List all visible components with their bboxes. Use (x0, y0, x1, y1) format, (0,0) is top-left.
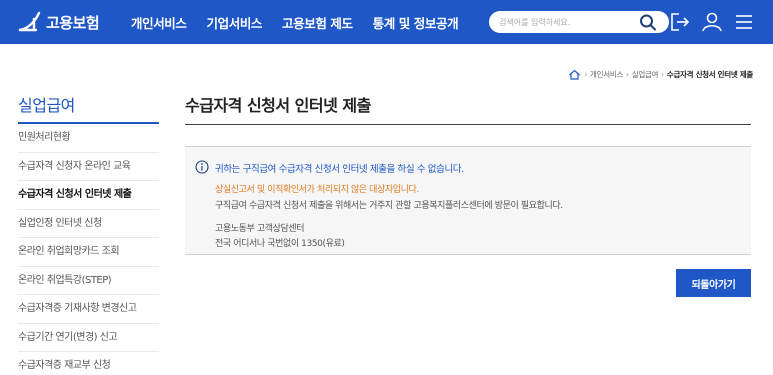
sidebar-item-certificate-reissue[interactable]: 수급자격증 재교부 신청 (18, 352, 159, 375)
notice-heading: 귀하는 구직급여 수급자격 신청서 인터넷 제출을 하실 수 없습니다. (215, 164, 464, 175)
search-box (489, 11, 669, 33)
nav-insurance-system[interactable]: 고용보험 제도 (282, 13, 353, 32)
chevron-right-icon: › (661, 70, 664, 79)
home-icon[interactable] (568, 69, 581, 80)
sidebar-item-period-extension[interactable]: 수급기간 연기(변경) 신고 (18, 324, 159, 352)
breadcrumb: › 개인서비스 › 실업급여 › 수급자격 신청서 인터넷 제출 (568, 69, 753, 80)
breadcrumb-current: 수급자격 신청서 인터넷 제출 (666, 70, 753, 79)
logout-icon[interactable] (667, 9, 693, 35)
logo-mark-icon (18, 11, 41, 32)
sidebar-item-online-education[interactable]: 수급자격 신청자 온라인 교육 (18, 153, 159, 181)
info-icon (195, 160, 209, 174)
logo[interactable]: 고용보험 (16, 8, 100, 36)
main-nav: 개인서비스 기업서비스 고용보험 제도 통계 및 정보공개 (131, 0, 478, 44)
sidebar: 실업급여 민원처리현황 수급자격 신청자 온라인 교육 수급자격 신청서 인터넷… (18, 92, 159, 375)
sidebar-item-certificate-change[interactable]: 수급자격증 기재사항 변경신고 (18, 295, 159, 324)
back-button[interactable]: 되돌아가기 (676, 269, 751, 297)
chevron-right-icon: › (626, 70, 629, 79)
top-header: 고용보험 개인서비스 기업서비스 고용보험 제도 통계 및 정보공개 (0, 0, 773, 44)
sidebar-item-application-submit[interactable]: 수급자격 신청서 인터넷 제출 (18, 181, 159, 210)
search-icon[interactable] (638, 12, 658, 32)
user-icon[interactable] (699, 9, 725, 35)
sidebar-item-online-lecture[interactable]: 온라인 취업특강(STEP) (18, 267, 159, 295)
main-content: 수급자격 신청서 인터넷 제출 귀하는 구직급여 수급자격 신청서 인터넷 제출… (185, 92, 751, 297)
breadcrumb-item[interactable]: 실업급여 (632, 69, 659, 80)
sidebar-item-unemployment-recognition[interactable]: 실업인정 인터넷 신청 (18, 210, 159, 238)
nav-business-services[interactable]: 기업서비스 (207, 13, 263, 32)
nav-personal-services[interactable]: 개인서비스 (131, 13, 187, 32)
sidebar-title: 실업급여 (18, 92, 159, 124)
menu-icon[interactable] (731, 9, 757, 35)
search-input[interactable] (499, 14, 629, 30)
sidebar-item-complaint-status[interactable]: 민원처리현황 (18, 124, 159, 153)
page-title: 수급자격 신청서 인터넷 제출 (185, 92, 751, 125)
notice-box: 귀하는 구직급여 수급자격 신청서 인터넷 제출을 하실 수 없습니다. 상실신… (185, 146, 751, 255)
logo-text: 고용보험 (46, 13, 100, 32)
contact-center-name: 고용노동부 고객상담센터 (215, 224, 305, 234)
nav-statistics[interactable]: 통계 및 정보공개 (373, 13, 459, 32)
notice-warning: 상실신고서 및 이직확인서가 처리되지 않은 대상자입니다. (215, 185, 419, 195)
chevron-right-icon: › (584, 70, 588, 79)
sidebar-item-job-hope-card[interactable]: 온라인 취업희망카드 조회 (18, 238, 159, 267)
notice-body: 구직급여 수급자격 신청서 제출을 위해서는 거주지 관할 고용복지플러스센터에… (215, 201, 563, 211)
contact-center-phone: 전국 어디서나 국번없이 1350(유료) (215, 239, 345, 249)
breadcrumb-item[interactable]: 개인서비스 (590, 69, 623, 80)
